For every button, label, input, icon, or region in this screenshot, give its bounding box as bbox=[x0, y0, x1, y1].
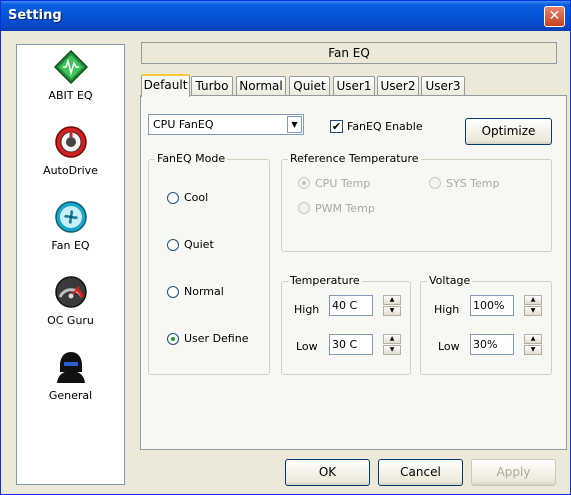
temperature-low-input[interactable]: 30 C bbox=[329, 334, 373, 355]
ref-pwm-temp-label: PWM Temp bbox=[315, 202, 375, 215]
radio-selected-dot bbox=[302, 181, 306, 185]
mode-cool-radio[interactable] bbox=[167, 192, 179, 204]
title-bar[interactable]: Setting ✕ bbox=[1, 1, 570, 31]
sidebar-item-fan-eq[interactable]: Fan EQ bbox=[17, 200, 124, 252]
sidebar-item-label: Fan EQ bbox=[51, 239, 90, 252]
abit-eq-icon bbox=[53, 50, 88, 84]
fan-eq-mode-title: FanEQ Mode bbox=[155, 152, 228, 165]
sidebar-item-general[interactable]: General bbox=[17, 350, 124, 402]
temperature-high-spinner: ▲ ▼ bbox=[383, 295, 401, 316]
mode-normal-label: Normal bbox=[184, 285, 224, 298]
spin-down-icon[interactable]: ▼ bbox=[383, 306, 401, 316]
mode-user-define-label: User Define bbox=[184, 332, 249, 345]
ref-sys-temp-radio[interactable] bbox=[429, 177, 441, 189]
ref-cpu-temp-label: CPU Temp bbox=[315, 177, 371, 190]
panel-title: Fan EQ bbox=[141, 42, 557, 64]
ref-sys-temp-label: SYS Temp bbox=[446, 177, 500, 190]
mode-quiet-radio[interactable] bbox=[167, 239, 179, 251]
voltage-high-input[interactable]: 100% bbox=[470, 295, 514, 316]
close-icon: ✕ bbox=[548, 8, 561, 24]
radio-selected-dot bbox=[171, 337, 175, 341]
settings-window: Setting ✕ ABIT EQ AutoDrive Fan EQ OC Gu… bbox=[0, 0, 571, 495]
tab-normal[interactable]: Normal bbox=[236, 76, 286, 96]
mode-user-define-radio[interactable] bbox=[167, 333, 179, 345]
fan-eq-enable-checkbox[interactable]: ✔ bbox=[330, 120, 343, 133]
voltage-low-label: Low bbox=[438, 340, 460, 353]
reference-temperature-title: Reference Temperature bbox=[288, 152, 421, 165]
temperature-title: Temperature bbox=[288, 274, 362, 287]
fan-eq-icon bbox=[54, 201, 87, 233]
voltage-title: Voltage bbox=[427, 274, 473, 287]
sidebar-item-label: General bbox=[48, 389, 93, 402]
temperature-high-value: 40 C bbox=[332, 299, 358, 312]
tab-user1[interactable]: User1 bbox=[333, 76, 375, 96]
fan-select-value: CPU FanEQ bbox=[153, 118, 214, 131]
spin-down-icon[interactable]: ▼ bbox=[524, 306, 542, 316]
optimize-button[interactable]: Optimize bbox=[465, 118, 552, 145]
mode-quiet-label: Quiet bbox=[184, 238, 214, 251]
voltage-high-spinner: ▲ ▼ bbox=[524, 295, 542, 316]
tab-quiet[interactable]: Quiet bbox=[289, 76, 330, 96]
sidebar-item-abit-eq[interactable]: ABIT EQ bbox=[17, 50, 124, 102]
general-icon bbox=[56, 352, 85, 383]
ref-pwm-temp-radio[interactable] bbox=[298, 202, 310, 214]
temperature-high-input[interactable]: 40 C bbox=[329, 295, 373, 316]
temperature-low-spinner: ▲ ▼ bbox=[383, 334, 401, 355]
mode-cool-label: Cool bbox=[184, 191, 209, 204]
voltage-low-value: 30% bbox=[473, 338, 498, 351]
temperature-low-label: Low bbox=[296, 340, 318, 353]
tab-turbo[interactable]: Turbo bbox=[191, 76, 233, 96]
tab-default[interactable]: Default bbox=[141, 74, 190, 97]
fan-eq-enable-label: FanEQ Enable bbox=[347, 120, 423, 133]
sidebar: ABIT EQ AutoDrive Fan EQ OC Guru General bbox=[16, 44, 125, 485]
voltage-low-input[interactable]: 30% bbox=[470, 334, 514, 355]
chevron-down-icon[interactable]: ▼ bbox=[287, 116, 302, 133]
apply-button[interactable]: Apply bbox=[471, 459, 556, 486]
spin-down-icon[interactable]: ▼ bbox=[383, 345, 401, 355]
spin-up-icon[interactable]: ▲ bbox=[383, 295, 401, 305]
spin-down-icon[interactable]: ▼ bbox=[524, 345, 542, 355]
temperature-low-value: 30 C bbox=[332, 338, 358, 351]
check-mark-icon: ✔ bbox=[331, 120, 342, 133]
sidebar-item-autodrive[interactable]: AutoDrive bbox=[17, 125, 124, 177]
mode-normal-radio[interactable] bbox=[167, 286, 179, 298]
tab-user3[interactable]: User3 bbox=[421, 76, 465, 96]
ok-button[interactable]: OK bbox=[285, 459, 370, 486]
temperature-high-label: High bbox=[294, 303, 320, 316]
oc-guru-icon bbox=[54, 276, 87, 308]
sidebar-item-label: AutoDrive bbox=[43, 164, 98, 177]
spin-up-icon[interactable]: ▲ bbox=[524, 334, 542, 344]
spin-up-icon[interactable]: ▲ bbox=[383, 334, 401, 344]
sidebar-item-oc-guru[interactable]: OC Guru bbox=[17, 275, 124, 327]
voltage-low-spinner: ▲ ▼ bbox=[524, 334, 542, 355]
voltage-high-label: High bbox=[434, 303, 460, 316]
ref-cpu-temp-radio[interactable] bbox=[298, 177, 310, 189]
sidebar-item-label: ABIT EQ bbox=[48, 89, 93, 102]
voltage-high-value: 100% bbox=[473, 299, 505, 312]
fan-select[interactable]: CPU FanEQ ▼ bbox=[148, 114, 304, 135]
autodrive-icon bbox=[54, 126, 87, 158]
spin-up-icon[interactable]: ▲ bbox=[524, 295, 542, 305]
close-button[interactable]: ✕ bbox=[544, 6, 565, 27]
tab-user2[interactable]: User2 bbox=[377, 76, 419, 96]
cancel-button[interactable]: Cancel bbox=[378, 459, 463, 486]
window-title: Setting bbox=[8, 8, 62, 23]
sidebar-item-label: OC Guru bbox=[47, 314, 94, 327]
